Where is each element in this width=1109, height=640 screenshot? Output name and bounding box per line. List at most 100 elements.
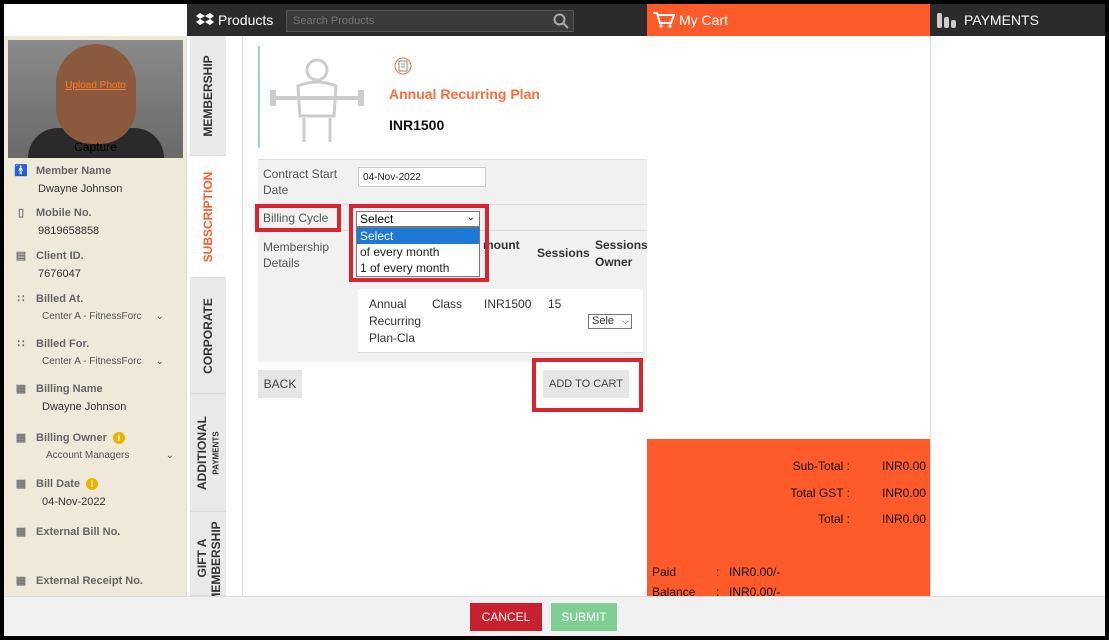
chevron-down-icon: ⌄: [165, 450, 174, 461]
calendar-icon: ▦: [15, 432, 27, 444]
info-icon[interactable]: i: [86, 477, 99, 490]
calendar-icon: ▦: [15, 383, 27, 395]
grid-icon: ∷: [17, 293, 25, 305]
chevron-down-icon: ⌵: [622, 316, 629, 326]
col-sessions-header: Sessions: [537, 246, 590, 260]
top-bar: Products My Cart PAYMENTS: [4, 4, 1105, 36]
product-detail-panel: Annual Recurring Plan INR1500 Contract S…: [242, 36, 648, 596]
calendar-icon: ▦: [15, 478, 27, 490]
total-value: INR0.00: [882, 512, 927, 526]
external-receipt-label: External Receipt No.: [36, 574, 143, 587]
billed-for-value: Center A - FitnessForc: [42, 356, 142, 367]
row-amount: INR1500: [484, 297, 532, 311]
id-card-icon: ▤: [15, 250, 27, 262]
payments-panel: [930, 36, 1105, 596]
billed-at-label: Billed At.: [36, 292, 84, 305]
app-frame: Products My Cart PAYMENTS: [4, 4, 1105, 636]
billing-owner-select[interactable]: Account Managers ⌄: [14, 450, 174, 461]
billed-for-field: ∷ Billed For. Center A - FitnessForc ⌄: [14, 337, 184, 368]
row-sessions: 15: [548, 297, 562, 311]
contract-start-date-input[interactable]: [358, 167, 486, 187]
capture-link[interactable]: Capture: [8, 140, 183, 154]
member-name-label: Member Name: [36, 164, 112, 177]
tab-gift-membership[interactable]: GIFT A MEMBERSHIP: [190, 512, 226, 602]
products-tab[interactable]: Products: [196, 4, 273, 36]
fitness-figure-icon: [270, 58, 364, 142]
contract-start-label-line2: Date: [263, 183, 289, 197]
billing-owner-label: Billing Owner: [36, 431, 107, 444]
tab-payments-label: PAYMENTS: [211, 430, 221, 475]
search-icon[interactable]: [553, 13, 569, 29]
tab-corporate[interactable]: CORPORATE: [190, 278, 226, 394]
billed-at-select[interactable]: Center A - FitnessForc ⌄: [14, 311, 164, 322]
products-label: Products: [218, 12, 274, 28]
tab-additional-label: ADDITIONAL: [195, 415, 209, 490]
bill-date-field: ▦ Bill Date i 04-Nov-2022: [14, 477, 184, 508]
cart-header: My Cart: [647, 4, 930, 36]
search-input[interactable]: [287, 11, 573, 31]
coins-icon: [937, 13, 956, 28]
billed-for-select[interactable]: Center A - FitnessForc ⌄: [14, 356, 164, 367]
tab-gift-membership-label: MEMBERSHIP: [209, 521, 223, 603]
top-left-spacer: [4, 4, 187, 36]
add-to-cart-button[interactable]: ADD TO CART: [543, 370, 629, 398]
plan-price: INR1500: [389, 117, 445, 133]
member-name-value: Dwayne Johnson: [38, 183, 123, 195]
paid-row: Paid : INR0.00/-: [652, 565, 780, 579]
billed-at-value: Center A - FitnessForc: [42, 311, 142, 322]
subtotal-value: INR0.00: [882, 459, 927, 473]
billing-name-label: Billing Name: [36, 382, 103, 395]
submit-button[interactable]: SUBMIT: [551, 603, 617, 631]
session-owner-select[interactable]: Sele ⌵: [588, 314, 632, 329]
subtotal-label: Sub-Total :: [792, 459, 850, 473]
calendar-icon: ▦: [15, 526, 27, 538]
footer-bar: CANCEL SUBMIT: [4, 596, 1105, 636]
mobile-label: Mobile No.: [36, 206, 92, 219]
tab-membership[interactable]: MEMBERSHIP: [190, 36, 226, 156]
product-type-tabs: MEMBERSHIP SUBSCRIPTION CORPORATE ADDITI…: [190, 36, 226, 602]
gst-value: INR0.00: [882, 486, 927, 500]
tab-membership-label: MEMBERSHIP: [201, 54, 215, 137]
col-sessions-owner-header: Sessions Owner: [595, 238, 648, 269]
paid-value: INR0.00/-: [729, 565, 781, 579]
paid-colon: :: [716, 565, 720, 579]
row-type: Class: [432, 297, 463, 311]
back-button[interactable]: BACK: [258, 370, 302, 398]
cart-label: My Cart: [679, 12, 728, 28]
product-image: [258, 46, 380, 148]
grid-icon: ∷: [17, 338, 25, 350]
member-photo: Upload Photo Capture: [8, 40, 183, 158]
chevron-down-icon: ⌄: [155, 311, 164, 322]
external-receipt-field[interactable]: ▦ External Receipt No.: [14, 574, 184, 588]
mobile-field: ▯ Mobile No. 9819658858: [14, 206, 184, 238]
upload-photo-link[interactable]: Upload Photo: [8, 80, 183, 91]
gst-label: Total GST :: [790, 486, 850, 500]
tab-corporate-label: CORPORATE: [201, 297, 215, 374]
payments-label: PAYMENTS: [964, 12, 1039, 28]
bill-date-value[interactable]: 04-Nov-2022: [14, 496, 184, 508]
member-name-field: 🚹 Member Name Dwayne Johnson: [14, 164, 184, 196]
session-owner-value: Sele: [592, 315, 615, 327]
recurring-doc-icon: [394, 57, 412, 75]
search-box[interactable]: [286, 10, 574, 32]
mobile-icon: ▯: [17, 207, 25, 219]
cart-totals: Sub-Total : INR0.00 Total GST : INR0.00 …: [647, 439, 930, 599]
row-plan-name: Annual Recurring Plan-Cla: [369, 296, 421, 347]
external-bill-field[interactable]: ▦ External Bill No.: [14, 525, 184, 539]
billing-cycle-dropdown-highlight: [349, 204, 489, 282]
cancel-button[interactable]: CANCEL: [470, 603, 542, 631]
chevron-down-icon: ⌄: [155, 356, 164, 367]
person-icon: 🚹: [14, 165, 28, 177]
info-icon[interactable]: i: [112, 431, 125, 444]
billing-owner-value: Account Managers: [46, 450, 130, 461]
membership-details-label: Membership Details: [263, 239, 329, 271]
row-plan-name-line3: Plan-Cla: [369, 331, 416, 345]
cart-panel: Sub-Total : INR0.00 Total GST : INR0.00 …: [647, 36, 930, 599]
plan-name: Annual Recurring Plan: [389, 86, 540, 102]
col-sessions-owner-line2: Owner: [595, 255, 633, 269]
tab-additional-payments[interactable]: ADDITIONAL PAYMENTS: [190, 394, 226, 512]
tab-subscription[interactable]: SUBSCRIPTION: [190, 156, 226, 278]
cart-icon: [653, 12, 675, 28]
contract-start-label: Contract Start Date: [263, 166, 337, 198]
bill-date-label: Bill Date: [36, 477, 81, 490]
